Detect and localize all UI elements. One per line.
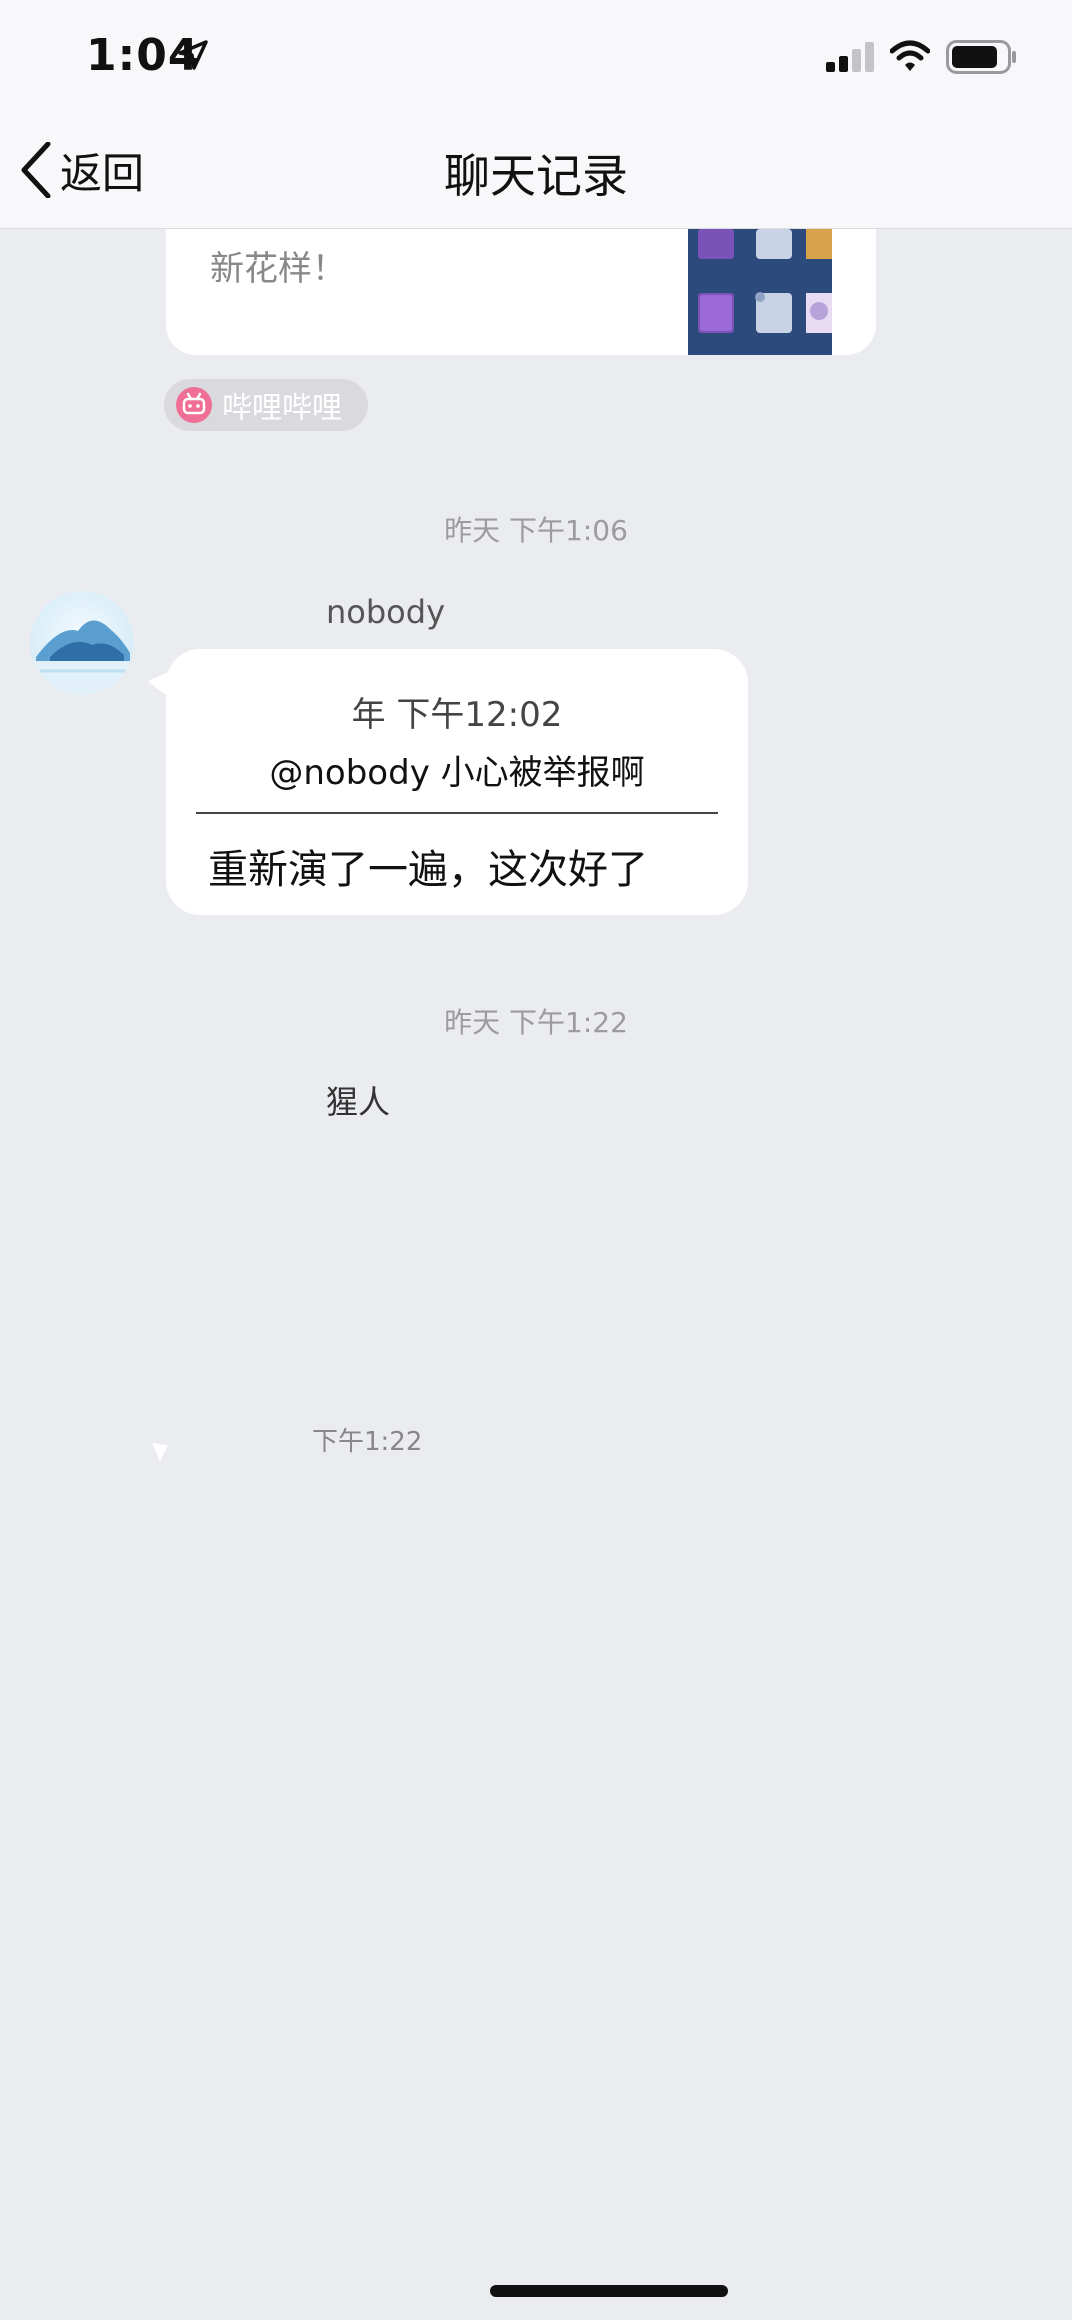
card-text: 新花样！ [210, 249, 346, 289]
source-badge[interactable]: 哔哩哔哩 [164, 379, 368, 431]
sender-name: nobody [326, 593, 445, 631]
timestamp: 昨天 下午1:22 [444, 1006, 628, 1039]
status-bar: 1:04 [0, 0, 1072, 110]
message-text: 猩人 [326, 1083, 391, 1121]
timestamp: 昨天 下午1:06 [444, 514, 628, 547]
quoted-message: @nobody 小心被举报啊 [269, 753, 645, 793]
image-smudge [209, 651, 282, 694]
shared-link-card[interactable]: 新花样！ [166, 229, 876, 355]
faded-timestamp: 下午1:22 [312, 1427, 423, 1457]
chat-history[interactable]: 新花样！ 哔哩哔哩 昨天 下午1:06 nobody 年 下午12:02 @no… [0, 229, 1072, 2320]
bilibili-logo-icon [176, 387, 212, 423]
page-title: 聊天记录 [444, 149, 628, 203]
message-text: 重新演了一遍，这次好了 [208, 847, 648, 893]
wifi-icon [890, 40, 930, 71]
navigation-bar: 返回 聊天记录 [0, 110, 1072, 229]
card-thumbnail-image [688, 229, 832, 355]
quote-divider [196, 812, 718, 814]
source-label: 哔哩哔哩 [222, 391, 342, 426]
cellular-signal-icon [826, 42, 874, 72]
bubble-tail [152, 1443, 168, 1461]
location-arrow-icon [178, 40, 208, 70]
home-indicator[interactable] [490, 2285, 728, 2297]
avatar[interactable] [30, 591, 134, 695]
battery-icon [946, 40, 1016, 74]
